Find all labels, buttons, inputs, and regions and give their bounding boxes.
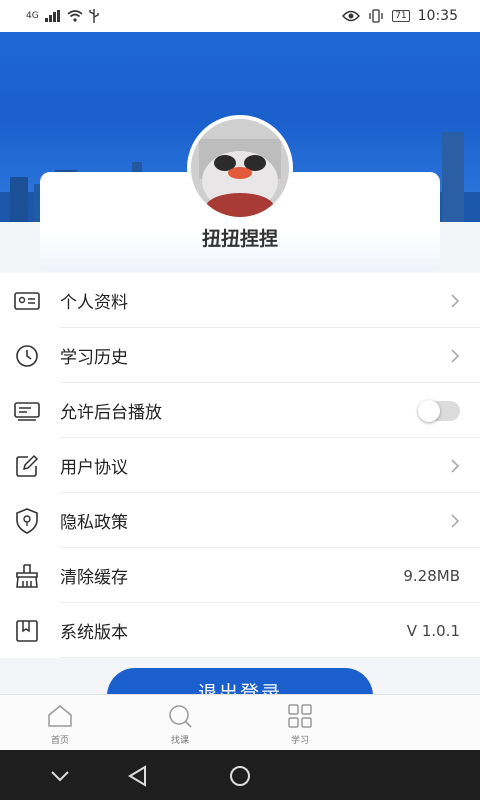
wifi-icon	[67, 10, 83, 22]
back-triangle-icon[interactable]	[125, 763, 151, 789]
username: 扭扭捏捏	[201, 228, 278, 250]
status-bar: 4G 71 10:35	[0, 0, 480, 32]
network-type: 4G	[26, 11, 39, 21]
menu-item-label: 学习历史	[60, 348, 128, 368]
eye-icon	[342, 10, 361, 22]
menu-item-label: 个人资料	[60, 293, 128, 313]
menu-item-background-play: 允许后台播放	[0, 383, 480, 438]
avatar[interactable]	[187, 115, 293, 221]
menu-item-profile[interactable]: 个人资料	[0, 273, 480, 328]
bottom-tab-bar: 首页 找课 学习	[0, 694, 480, 750]
avatar-image	[191, 119, 289, 217]
tab-home[interactable]: 首页	[0, 695, 120, 750]
tab-find-course[interactable]: 找课	[120, 695, 240, 750]
settings-menu: 个人资料 学习历史 允许后台播放 用户协议 隐私政策 清除缓存 9.28MB 系…	[0, 273, 480, 658]
battery-indicator: 71	[392, 10, 410, 22]
menu-item-clear-cache[interactable]: 清除缓存 9.28MB	[0, 548, 480, 603]
clock-icon	[14, 343, 40, 369]
menu-item-label: 用户协议	[60, 458, 128, 478]
tab-label: 找课	[170, 736, 189, 746]
menu-item-label: 系统版本	[60, 623, 128, 643]
clock-time: 10:35	[417, 8, 458, 24]
menu-item-privacy-policy[interactable]: 隐私政策	[0, 493, 480, 548]
chevron-right-icon	[451, 293, 460, 308]
tab-study[interactable]: 学习	[240, 695, 360, 750]
toggle-knob	[418, 399, 440, 422]
chevron-down-icon[interactable]	[47, 763, 73, 789]
id-card-icon	[14, 288, 40, 314]
chevron-right-icon	[451, 513, 460, 528]
background-play-toggle[interactable]	[418, 399, 460, 422]
broom-icon	[14, 563, 40, 589]
status-left: 4G	[26, 9, 99, 23]
status-right: 71 10:35	[342, 8, 458, 24]
keyboard-icon	[14, 398, 40, 424]
edit-icon	[14, 453, 40, 479]
home-circle-icon[interactable]	[227, 763, 253, 789]
chevron-right-icon	[451, 348, 460, 363]
bookmark-icon	[14, 618, 40, 644]
version-value: V 1.0.1	[406, 621, 460, 640]
tab-label: 学习	[290, 736, 309, 746]
vibrate-icon	[369, 9, 383, 23]
chevron-right-icon	[451, 458, 460, 473]
menu-item-system-version: 系统版本 V 1.0.1	[0, 603, 480, 658]
home-icon	[48, 705, 72, 727]
menu-item-history[interactable]: 学习历史	[0, 328, 480, 383]
signal-icon	[44, 10, 60, 22]
menu-item-label: 允许后台播放	[60, 403, 162, 423]
grid-icon	[288, 704, 312, 728]
menu-item-user-agreement[interactable]: 用户协议	[0, 438, 480, 493]
menu-item-label: 隐私政策	[60, 513, 128, 533]
usb-icon	[89, 9, 99, 23]
shield-icon	[14, 507, 40, 534]
system-navigation-bar	[0, 750, 480, 800]
menu-item-label: 清除缓存	[60, 568, 128, 588]
tab-label: 首页	[50, 736, 69, 746]
cache-size-value: 9.28MB	[403, 566, 460, 585]
search-icon	[169, 705, 192, 728]
